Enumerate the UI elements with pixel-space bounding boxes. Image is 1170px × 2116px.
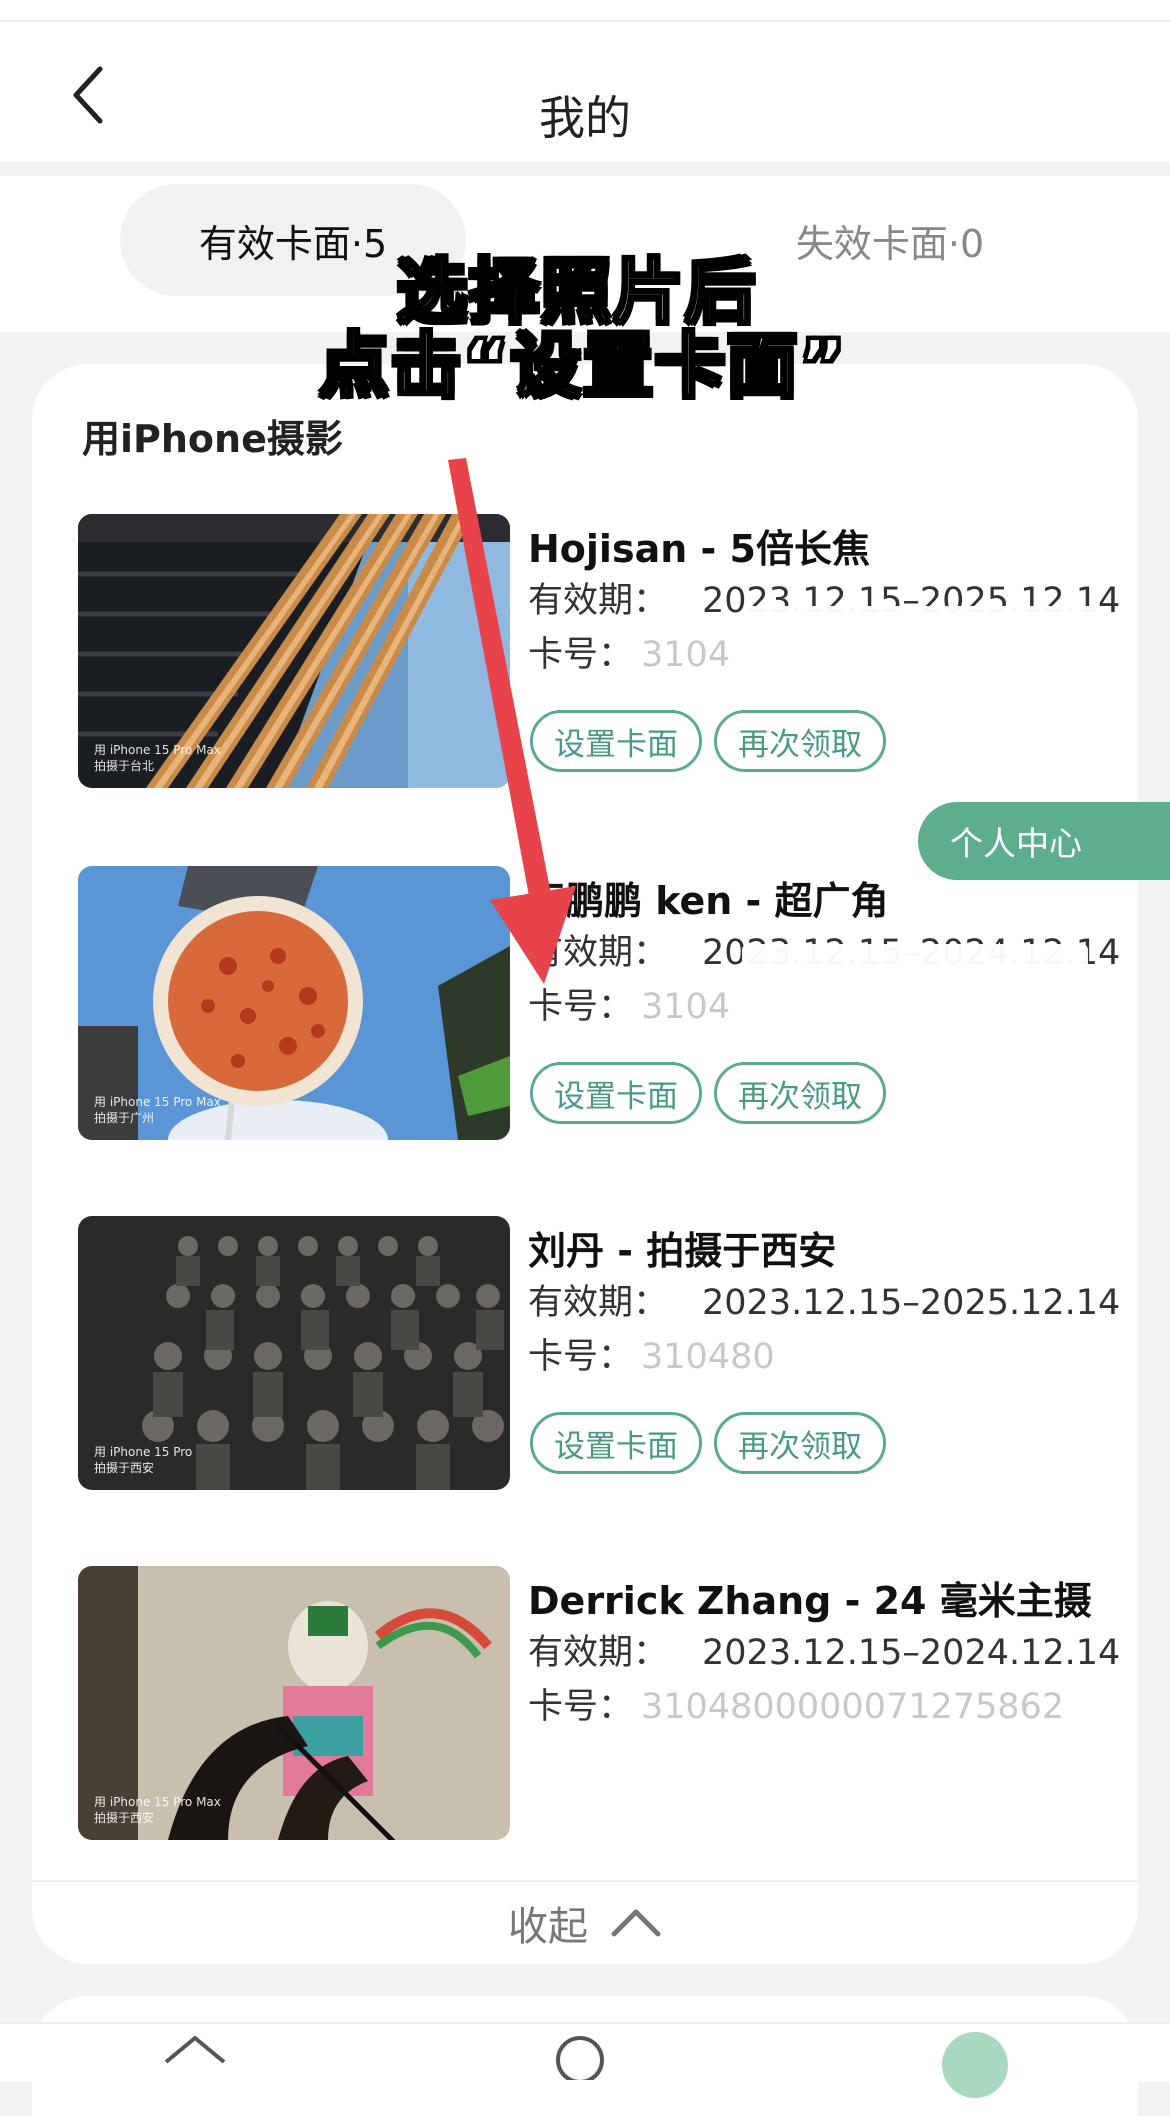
- item-card-number: 卡号： 3104: [528, 626, 730, 677]
- chevron-up-icon: [611, 1909, 661, 1937]
- card-photo-terracotta[interactable]: 用 iPhone 15 Pro 拍摄于西安: [78, 1216, 510, 1490]
- set-card-face-button[interactable]: 设置卡面: [530, 1062, 702, 1124]
- item-title: 刘丹 - 拍摄于西安: [528, 1229, 837, 1273]
- claim-again-button[interactable]: 再次领取: [714, 1412, 886, 1474]
- item-valid-period: 有效期： 2023.12.15–2024.12.14: [528, 1624, 1120, 1675]
- card-no-value: 3104: [641, 987, 731, 1027]
- search-icon[interactable]: [550, 2030, 610, 2080]
- nav-bar: 我的: [0, 22, 1170, 162]
- card-no-value: 3104: [641, 635, 731, 675]
- list-item: 用 iPhone 15 Pro Max 拍摄于西安 Derrick Zhang …: [78, 1566, 1120, 1842]
- personal-center-button[interactable]: 个人中心: [918, 802, 1170, 880]
- card-photo-shadow-puppet[interactable]: 用 iPhone 15 Pro Max 拍摄于西安: [78, 1566, 510, 1840]
- page-title: 我的: [539, 91, 631, 145]
- valid-dates: 2023.12.15–2025.12.14: [702, 1283, 1121, 1323]
- redaction-blur: [532, 1734, 1092, 1830]
- valid-label: 有效期：: [528, 933, 669, 973]
- status-bar: [0, 0, 1170, 22]
- item-valid-period: 有效期： 2023.12.15–2025.12.14: [528, 1274, 1120, 1325]
- home-icon[interactable]: [162, 2032, 228, 2082]
- item-title: 王鹏鹏 ken - 超广角: [528, 879, 889, 923]
- item-card-number: 卡号： 310480: [528, 1328, 775, 1379]
- card-list-panel: 用iPhone摄影 用 iPhone 15 Pro Max 拍摄于台北 Hoji…: [32, 364, 1138, 1964]
- collapse-label: 收起: [508, 1904, 588, 1950]
- redaction-blur: [742, 606, 1098, 686]
- valid-label: 有效期：: [528, 581, 669, 621]
- card-photo-architecture[interactable]: 用 iPhone 15 Pro Max 拍摄于台北: [78, 514, 510, 788]
- valid-label: 有效期：: [528, 1283, 669, 1323]
- photo-caption: 用 iPhone 15 Pro 拍摄于西安: [94, 1445, 193, 1475]
- card-photo-pizza-sky[interactable]: 用 iPhone 15 Pro Max 拍摄于广州: [78, 866, 510, 1140]
- card-no-label: 卡号：: [528, 635, 634, 675]
- valid-label: 有效期：: [528, 1633, 669, 1673]
- section-title: 用iPhone摄影: [82, 417, 343, 461]
- claim-again-button[interactable]: 再次领取: [714, 1062, 886, 1124]
- claim-again-button[interactable]: 再次领取: [714, 710, 886, 772]
- card-no-label: 卡号：: [528, 1687, 634, 1727]
- redaction-blur: [742, 944, 1088, 1038]
- annotation-text-line-2: 点击“设置卡面”: [317, 324, 847, 409]
- item-card-number: 卡号： 3104800000071275862: [528, 1678, 1064, 1729]
- item-title: Derrick Zhang - 24 毫米主摄: [528, 1579, 1092, 1623]
- valid-dates: 2023.12.15–2024.12.14: [702, 1633, 1121, 1673]
- collapse-button[interactable]: 收起: [32, 1882, 1138, 1964]
- photo-caption: 用 iPhone 15 Pro Max 拍摄于西安: [94, 1795, 221, 1825]
- card-no-label: 卡号：: [528, 987, 634, 1027]
- redaction-blur: [794, 1320, 1098, 1390]
- card-no-label: 卡号：: [528, 1337, 634, 1377]
- card-no-value: 3104800000071275862: [641, 1687, 1065, 1727]
- item-title: Hojisan - 5倍长焦: [528, 527, 870, 571]
- list-item: 用 iPhone 15 Pro Max 拍摄于广州 王鹏鹏 ken - 超广角 …: [78, 866, 1120, 1142]
- list-item: 用 iPhone 15 Pro 拍摄于西安 刘丹 - 拍摄于西安 有效期： 202…: [78, 1216, 1120, 1492]
- photo-caption: 用 iPhone 15 Pro Max 拍摄于台北: [94, 743, 221, 773]
- card-no-value: 310480: [641, 1337, 775, 1377]
- list-item: 用 iPhone 15 Pro Max 拍摄于台北 Hojisan - 5倍长焦…: [78, 514, 1120, 790]
- set-card-face-button[interactable]: 设置卡面: [530, 710, 702, 772]
- bottom-tab-bar: [0, 2022, 1170, 2098]
- photo-caption: 用 iPhone 15 Pro Max 拍摄于广州: [94, 1095, 221, 1125]
- profile-tab-icon[interactable]: [942, 2032, 1008, 2098]
- item-card-number: 卡号： 3104: [528, 978, 730, 1029]
- set-card-face-button[interactable]: 设置卡面: [530, 1412, 702, 1474]
